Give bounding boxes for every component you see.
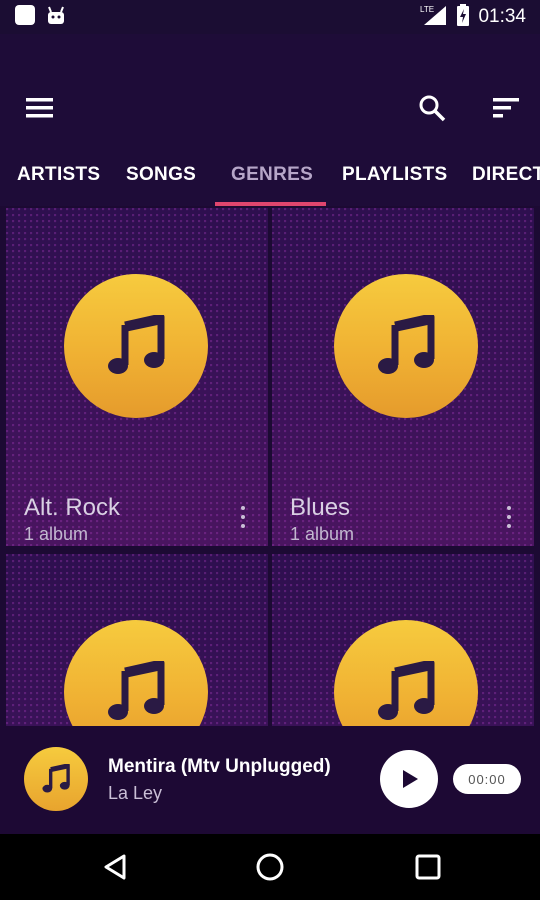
genre-disc [334, 274, 478, 418]
more-options-icon[interactable] [504, 506, 514, 528]
genre-card[interactable] [6, 554, 268, 726]
tab-genres[interactable]: GENRES [231, 164, 313, 186]
search-icon[interactable] [408, 84, 456, 132]
battery-icon [456, 3, 470, 31]
music-note-icon [378, 661, 435, 720]
music-note-icon [378, 315, 435, 374]
genre-title: Alt. Rock [24, 494, 121, 521]
sort-icon[interactable] [482, 84, 530, 132]
genre-grid: Alt. Rock 1 album Blues 1 album [0, 206, 540, 726]
status-bar: LTE 01:34 [0, 0, 540, 34]
more-options-icon[interactable] [238, 506, 248, 528]
now-playing-title[interactable]: Mentira (Mtv Unplugged) [108, 756, 331, 778]
signal-icon: LTE [420, 4, 448, 31]
genre-album-count: 1 album [24, 524, 89, 544]
now-playing-artist[interactable]: La Ley [108, 783, 162, 804]
genre-card-alt-rock[interactable]: Alt. Rock 1 album [6, 208, 268, 546]
playback-time: 00:00 [453, 764, 521, 794]
android-icon [46, 5, 66, 30]
genre-disc [64, 274, 208, 418]
player-album-art[interactable] [24, 747, 88, 811]
music-note-icon [42, 764, 70, 793]
tab-directories[interactable]: DIRECT [472, 164, 540, 186]
mini-player[interactable]: Mentira (Mtv Unplugged) La Ley 00:00 [0, 726, 540, 834]
tab-bar: ARTISTS SONGS GENRES PLAYLISTS DIRECT [0, 144, 540, 206]
tab-songs[interactable]: SONGS [126, 164, 196, 186]
svg-text:LTE: LTE [420, 5, 434, 14]
back-icon[interactable] [98, 850, 132, 884]
genre-disc [334, 620, 478, 726]
genre-disc [64, 620, 208, 726]
status-time: 01:34 [478, 6, 526, 27]
music-note-icon [108, 661, 165, 720]
toolbar [0, 34, 540, 144]
genre-card-blues[interactable]: Blues 1 album [272, 208, 534, 546]
home-icon[interactable] [253, 850, 287, 884]
menu-icon[interactable] [16, 84, 64, 132]
app-icon [14, 4, 36, 31]
play-icon [403, 770, 418, 788]
music-note-icon [108, 315, 165, 374]
genre-album-count: 1 album [290, 524, 355, 544]
recents-icon[interactable] [411, 850, 445, 884]
tab-playlists[interactable]: PLAYLISTS [342, 164, 447, 186]
genre-title: Blues [290, 494, 351, 521]
genre-card[interactable] [272, 554, 534, 726]
play-button[interactable] [380, 750, 438, 808]
system-navigation-bar [0, 834, 540, 900]
tab-artists[interactable]: ARTISTS [17, 164, 100, 186]
